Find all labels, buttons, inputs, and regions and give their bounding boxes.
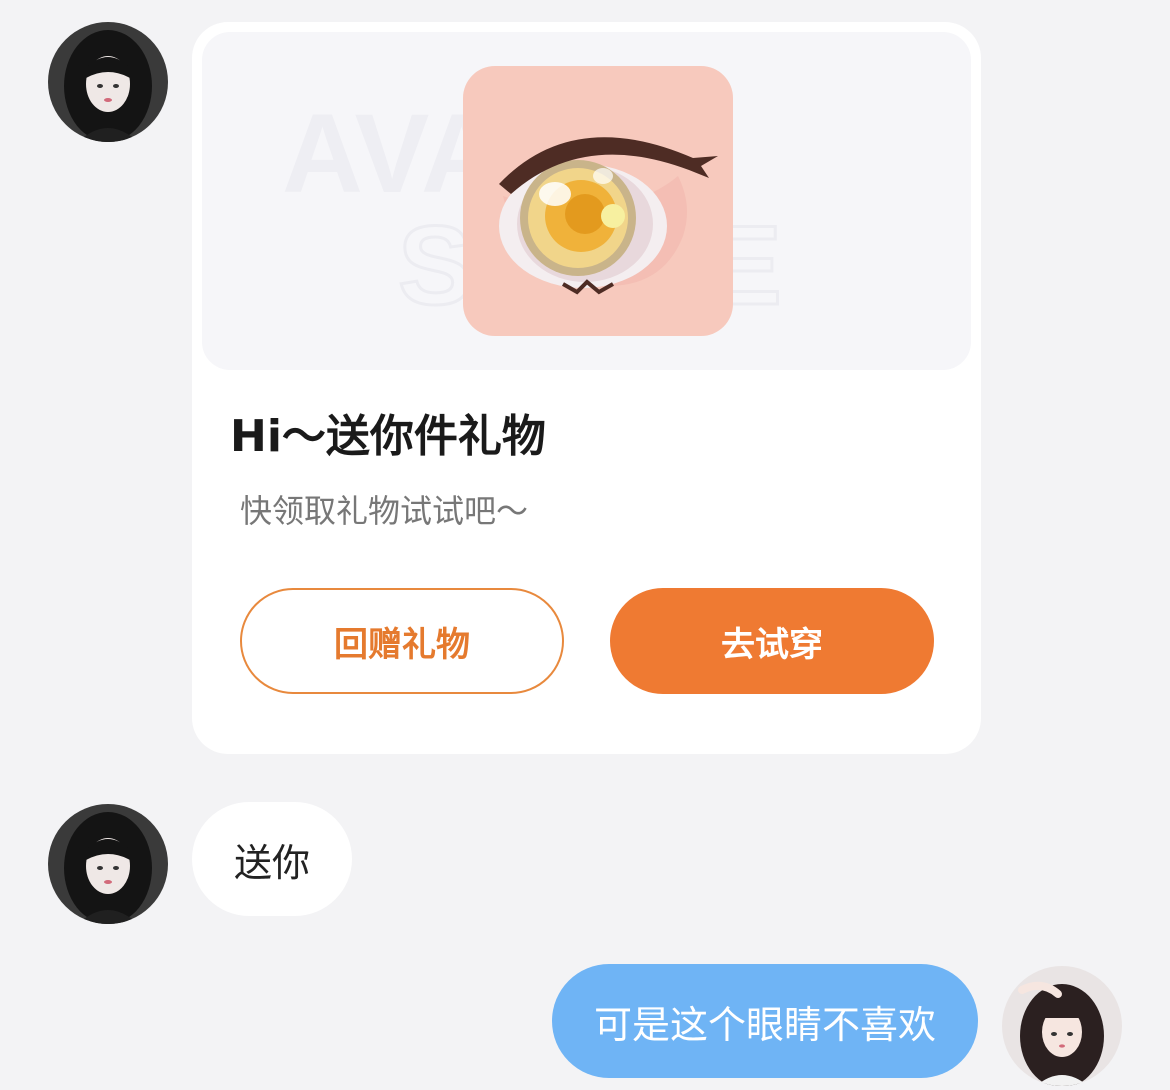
contact-avatar[interactable]: [48, 804, 168, 924]
gift-banner: AVATAR STORE: [202, 32, 971, 370]
gift-item-image[interactable]: [463, 66, 733, 336]
gift-message-card[interactable]: AVATAR STORE Hi～送你件礼物 快领取礼物试试吧～ 回赠礼物: [192, 22, 981, 754]
eye-icon: [463, 66, 733, 336]
gift-subtitle: 快领取礼物试试吧～: [240, 492, 529, 530]
user-avatar[interactable]: [1002, 966, 1122, 1086]
incoming-message-bubble[interactable]: 送你: [192, 802, 353, 916]
gift-title: Hi～送你件礼物: [230, 411, 546, 462]
return-gift-button[interactable]: 回赠礼物: [240, 588, 564, 694]
try-on-button[interactable]: 去试穿: [610, 588, 934, 694]
outgoing-message-bubble[interactable]: 可是这个眼睛不喜欢: [551, 964, 978, 1078]
contact-avatar[interactable]: [48, 22, 168, 142]
